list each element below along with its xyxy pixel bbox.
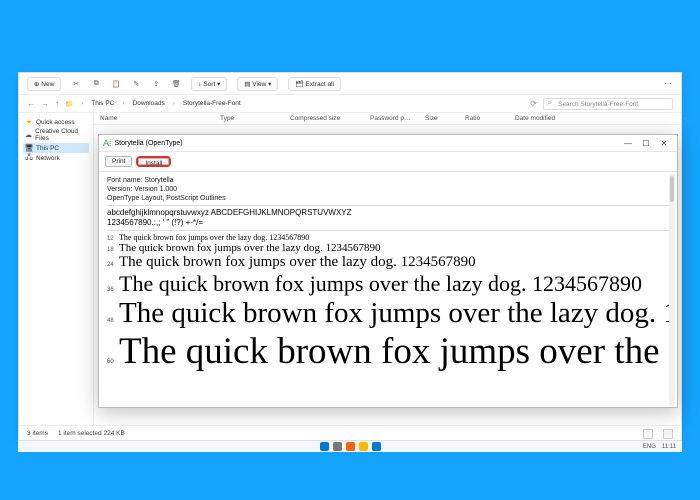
sidebar-item-label: Network [36, 155, 60, 162]
thumbnails-view-icon[interactable] [663, 429, 673, 439]
breadcrumb-folder[interactable]: Storytella-Free-Font [183, 100, 241, 107]
sample-text: The quick brown fox jumps over the lazy … [119, 271, 642, 297]
delete-icon[interactable]: 🗑 [171, 79, 181, 89]
preview-titlebar: A⁞ Storytella (OpenType) — ☐ ✕ [99, 135, 677, 152]
sample-text: The quick brown fox jumps over the lazy … [119, 297, 669, 330]
sidebar-item-label: This PC [36, 145, 59, 152]
sidebar-item-quick-access[interactable]: Quick access [23, 117, 89, 127]
alphabet-lowercase-uppercase: abcdefghijklmnopqrstuvwxyz ABCDEFGHIJKLM… [107, 208, 669, 218]
sidebar-item-creative-cloud[interactable]: Creative Cloud Files [23, 127, 89, 143]
preview-body: Font name: Storytella Version: Version 1… [99, 172, 677, 407]
rename-icon[interactable]: ✎ [131, 79, 141, 89]
font-version-line: Version: Version 1.000 [107, 185, 669, 194]
sidebar-item-network[interactable]: Network [23, 153, 89, 163]
sort-button-label: Sort [203, 81, 215, 88]
folder-icon: 📁 [65, 100, 73, 108]
tray-language[interactable]: ENG [643, 444, 656, 450]
status-bar: 3 items 1 item selected 224 KB [19, 425, 681, 441]
sample-size-label: 60 [107, 359, 119, 365]
col-type[interactable]: Type [220, 115, 290, 122]
sample-row: 12The quick brown fox jumps over the laz… [107, 233, 669, 242]
tray-clock[interactable]: 11:11 [662, 444, 676, 450]
sidebar-item-label: Creative Cloud Files [35, 128, 87, 142]
sample-row: 60The quick brown fox jumps over the laz… [107, 330, 669, 373]
cut-icon[interactable]: ✂ [71, 79, 81, 89]
breadcrumb-this-pc[interactable]: This PC [91, 100, 114, 107]
pc-icon [25, 144, 33, 152]
font-preview-window: A⁞ Storytella (OpenType) — ☐ ✕ Print Ins… [98, 134, 678, 408]
col-compressed-size[interactable]: Compressed size [290, 115, 370, 122]
sample-row: 18The quick brown fox jumps over the laz… [107, 242, 669, 254]
col-password[interactable]: Password p… [370, 115, 425, 122]
maximize-button[interactable]: ☐ [637, 139, 655, 148]
paste-icon[interactable]: 📋 [111, 79, 121, 89]
sample-text: The quick brown fox jumps over the lazy … [119, 242, 381, 254]
install-button-highlight: Install [136, 156, 171, 167]
scrollbar[interactable] [669, 174, 675, 405]
star-icon [25, 118, 33, 126]
sample-text: The quick brown fox jumps over the lazy … [119, 233, 309, 242]
network-icon [25, 154, 33, 162]
sample-row: 24The quick brown fox jumps over the laz… [107, 254, 669, 271]
view-button[interactable]: ▤ View ▾ [237, 77, 278, 91]
sample-size-label: 36 [107, 287, 119, 293]
sidebar-item-label: Quick access [36, 119, 75, 126]
col-size[interactable]: Size [425, 115, 465, 122]
more-icon[interactable]: ⋯ [663, 79, 673, 89]
col-date-modified[interactable]: Date modified [515, 115, 595, 122]
font-metadata: Font name: Storytella Version: Version 1… [107, 176, 669, 206]
install-button[interactable]: Install [138, 158, 169, 165]
font-name-line: Font name: Storytella [107, 176, 669, 185]
new-button[interactable]: ⊕ New [27, 77, 61, 91]
alphabet-preview: abcdefghijklmnopqrstuvwxyz ABCDEFGHIJKLM… [107, 208, 669, 231]
nav-up-icon[interactable]: ↑ [55, 99, 59, 108]
taskbar-app-icon[interactable] [320, 442, 329, 451]
refresh-icon[interactable]: ⟳ [530, 99, 537, 108]
sidebar: Quick access Creative Cloud Files This P… [19, 113, 94, 425]
font-type-line: OpenType Layout, PostScript Outlines [107, 194, 669, 203]
sample-size-label: 18 [107, 247, 119, 253]
sample-text-list: 12The quick brown fox jumps over the laz… [107, 233, 669, 373]
taskbar: ENG 11:11 [18, 440, 682, 452]
details-view-icon[interactable] [643, 429, 653, 439]
col-ratio[interactable]: Ratio [465, 115, 515, 122]
view-button-label: View [252, 81, 266, 88]
explorer-toolbar: ⊕ New ✂ ⧉ 📋 ✎ ⇪ 🗑 ↕ Sort ▾ ▤ View ▾ 🗂 Ex… [19, 73, 681, 95]
sample-text: The quick brown fox jumps over the lazy … [119, 330, 669, 373]
taskbar-app-icon[interactable] [359, 442, 368, 451]
cloud-icon [25, 131, 32, 139]
extract-all-button[interactable]: 🗂 Extract all [288, 77, 341, 91]
alphabet-digits-symbols: 1234567890.:,; ' " (!?) +-*/= [107, 218, 669, 228]
sample-text: The quick brown fox jumps over the lazy … [119, 254, 476, 271]
share-icon[interactable]: ⇪ [151, 79, 161, 89]
column-headers: Name Type Compressed size Password p… Si… [94, 113, 681, 125]
taskbar-app-icon[interactable] [333, 442, 342, 451]
close-button[interactable]: ✕ [655, 139, 673, 148]
sample-size-label: 24 [107, 262, 119, 268]
minimize-button[interactable]: — [619, 139, 637, 148]
sort-button[interactable]: ↕ Sort ▾ [191, 77, 227, 91]
sample-row: 48The quick brown fox jumps over the laz… [107, 297, 669, 330]
address-bar: ← → ↑ 📁 › This PC › Downloads › Storytel… [19, 95, 681, 113]
sample-size-label: 12 [107, 236, 119, 242]
status-selection: 1 item selected 224 KB [58, 430, 125, 437]
search-input[interactable]: Search Storytella-Free-Font [543, 98, 673, 110]
taskbar-app-icon[interactable] [346, 442, 355, 451]
preview-toolbar: Print Install [99, 152, 677, 172]
breadcrumb-downloads[interactable]: Downloads [133, 100, 165, 107]
font-file-icon: A⁞ [103, 138, 112, 148]
sample-row: 36The quick brown fox jumps over the laz… [107, 271, 669, 297]
copy-icon[interactable]: ⧉ [91, 79, 101, 89]
col-name[interactable]: Name [100, 115, 220, 122]
nav-forward-icon[interactable]: → [41, 99, 49, 108]
print-button[interactable]: Print [105, 156, 132, 167]
sidebar-item-this-pc[interactable]: This PC [23, 143, 89, 153]
extract-all-label: Extract all [305, 81, 334, 88]
status-item-count: 3 items [27, 430, 48, 437]
sample-size-label: 48 [107, 318, 119, 324]
nav-back-icon[interactable]: ← [27, 99, 35, 108]
new-button-label: New [41, 81, 54, 88]
preview-title: Storytella (OpenType) [115, 140, 183, 147]
taskbar-app-icon[interactable] [372, 442, 381, 451]
